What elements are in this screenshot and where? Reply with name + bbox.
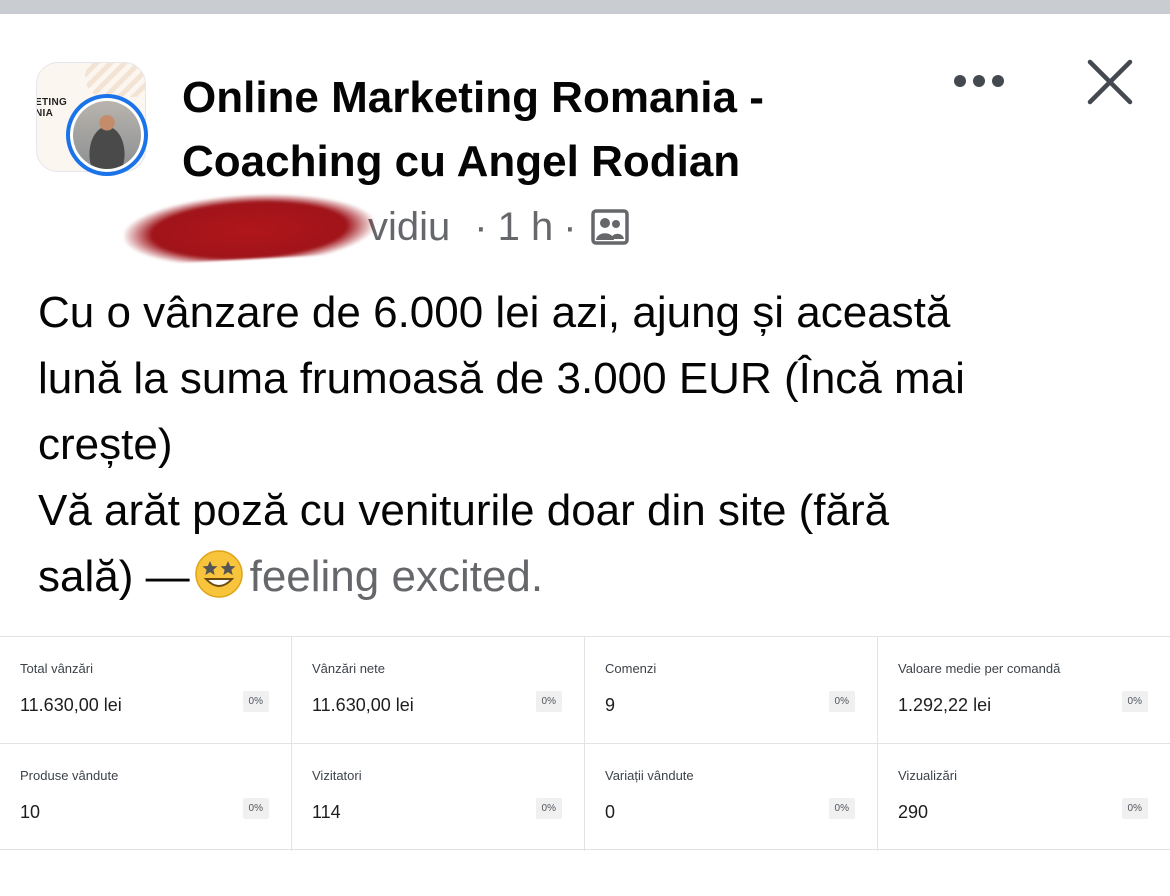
stat-change-badge: 0% <box>828 691 855 712</box>
group-name-link[interactable]: Online Marketing Romania - Coaching cu A… <box>182 66 902 194</box>
stat-label: Vizitatori <box>312 768 362 783</box>
stat-value: 0 <box>605 802 616 822</box>
meta-separator: · <box>474 204 488 249</box>
post-text-last-line: sală) — feeling excited. <box>38 544 1138 610</box>
feeling-activity[interactable]: feeling excited. <box>250 552 544 601</box>
stat-value: 11.630,00 lei <box>312 695 414 715</box>
stat-label: Total vânzări <box>20 661 93 676</box>
stat-label: Valoare medie per comandă <box>898 661 1061 676</box>
post-text-line: Cu o vânzare de 6.000 lei azi, ajung și … <box>38 288 951 337</box>
redacted-author-name <box>122 188 376 266</box>
stat-card: Vizualizări 290 0% <box>878 744 1170 851</box>
post-text-line: crește) <box>38 420 173 469</box>
stat-change-badge: 0% <box>535 798 562 819</box>
group-logo-text: ETING NIA <box>36 97 68 119</box>
top-bar <box>0 0 1170 14</box>
stat-card: Vizitatori 114 0% <box>292 744 585 851</box>
stat-card: Variații vândute 0 0% <box>585 744 878 851</box>
star-struck-emoji-icon <box>194 550 243 598</box>
stat-change-badge: 0% <box>828 798 855 819</box>
stat-change-badge: 0% <box>242 691 269 712</box>
stat-value: 114 <box>312 802 341 822</box>
post-text-line: lună la suma frumoasă de 3.000 EUR (Încă… <box>38 354 965 403</box>
stat-label: Comenzi <box>605 661 657 676</box>
group-members-icon[interactable] <box>590 209 629 245</box>
stat-card: Comenzi 9 0% <box>585 637 878 744</box>
stat-card: Vânzări nete 11.630,00 lei 0% <box>292 637 585 744</box>
post-text-line: sală) — <box>38 552 190 601</box>
stat-card: Produse vândute 10 0% <box>0 744 292 851</box>
stat-change-badge: 0% <box>1121 691 1148 712</box>
group-thumbnail-pattern <box>85 63 145 97</box>
avatar-inner-ring <box>70 98 144 172</box>
stat-value: 10 <box>20 802 41 822</box>
stat-value: 11.630,00 lei <box>20 695 122 715</box>
stat-label: Vânzări nete <box>312 661 385 676</box>
stat-card: Valoare medie per comandă 1.292,22 lei 0… <box>878 637 1170 744</box>
stat-label: Variații vândute <box>605 768 694 783</box>
stat-change-badge: 0% <box>1121 798 1148 819</box>
meta-separator: · <box>563 204 577 249</box>
post-text-line: Vă arăt poză cu veniturile doar din site… <box>38 486 890 535</box>
post-meta-row: vidiu · 1 h · <box>122 188 684 266</box>
more-horizontal-icon[interactable] <box>952 70 1006 92</box>
post-text: Cu o vânzare de 6.000 lei azi, ajung și … <box>38 280 1138 610</box>
post-timestamp[interactable]: 1 h <box>498 205 554 250</box>
avatar-photo <box>73 101 141 169</box>
stat-value: 9 <box>605 695 616 715</box>
close-icon[interactable] <box>1086 58 1134 106</box>
stat-label: Produse vândute <box>20 768 119 783</box>
stat-card: Total vânzări 11.630,00 lei 0% <box>0 637 292 744</box>
stat-label: Vizualizări <box>898 768 958 783</box>
stat-value: 290 <box>898 802 929 822</box>
author-name-link[interactable]: vidiu <box>368 205 450 250</box>
stat-value: 1.292,22 lei <box>898 695 992 715</box>
user-avatar[interactable] <box>66 94 148 176</box>
sales-stats-grid: Total vânzări 11.630,00 lei 0% Vânzări n… <box>0 636 1170 851</box>
stat-change-badge: 0% <box>535 691 562 712</box>
stat-change-badge: 0% <box>242 798 269 819</box>
post-avatar-group[interactable]: ETING NIA <box>36 62 164 180</box>
